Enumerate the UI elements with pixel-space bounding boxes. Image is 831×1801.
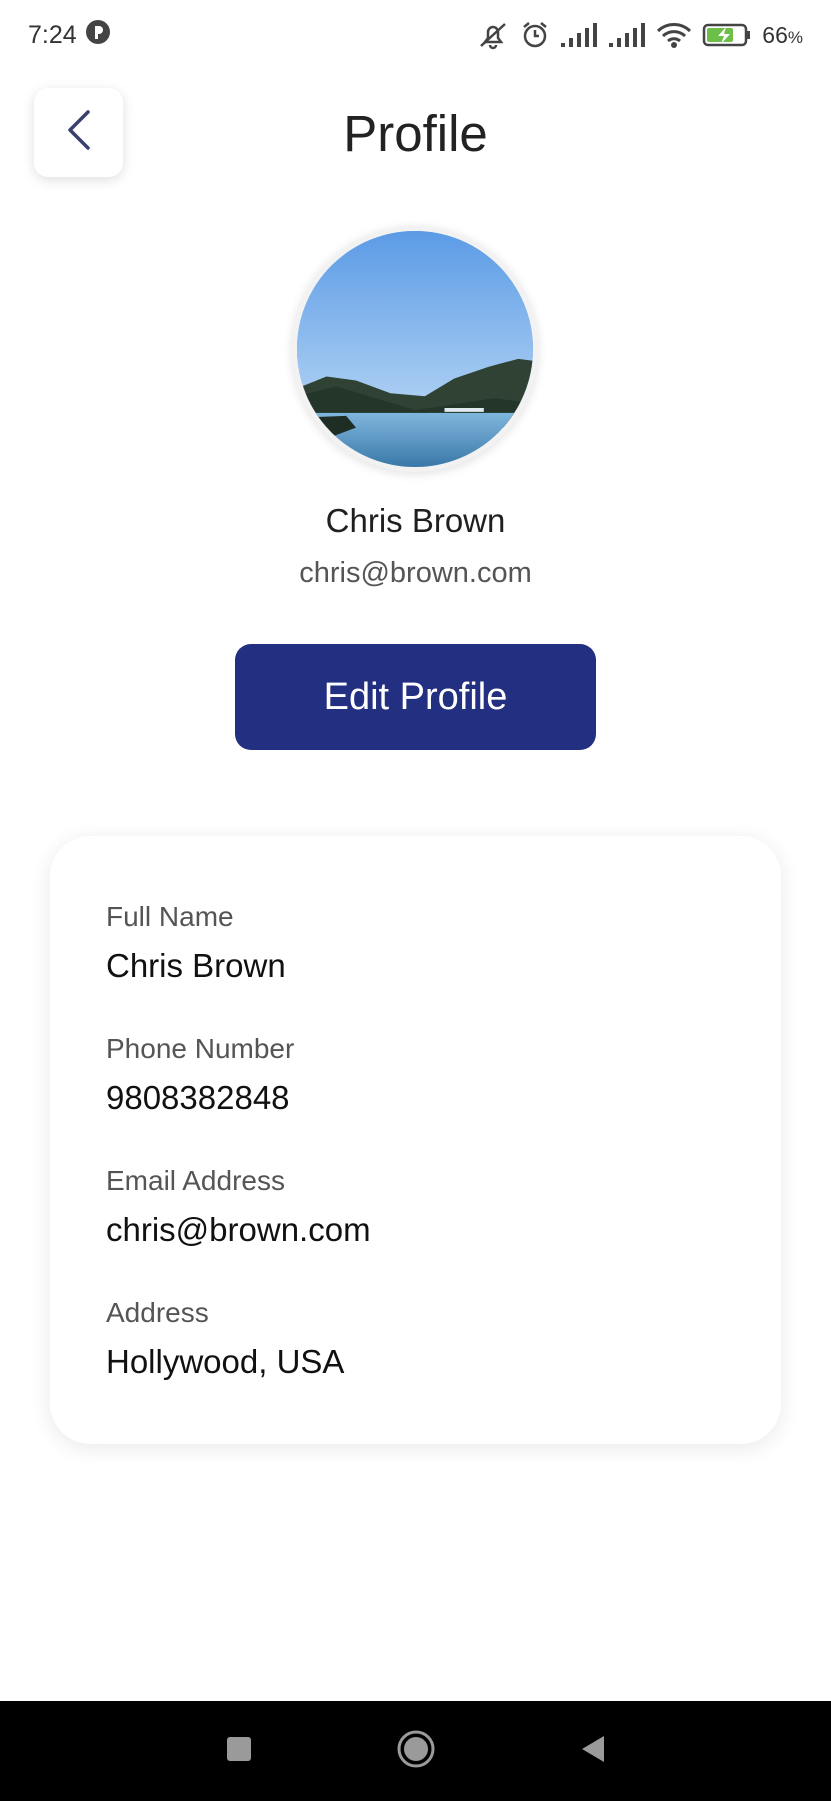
alarm-icon (520, 20, 550, 50)
system-nav-bar (0, 1701, 831, 1801)
profile-name: Chris Brown (325, 502, 506, 539)
field-label: Address (106, 1297, 209, 1328)
avatar (292, 226, 538, 472)
field-value: 9808382848 (106, 1079, 290, 1116)
home-circle-icon (396, 1729, 436, 1774)
profile-details-card: Full Name Chris Brown Phone Number 98083… (50, 836, 781, 1444)
back-triangle-icon (578, 1734, 608, 1769)
app-notification-icon (85, 19, 111, 52)
field-label: Phone Number (106, 1033, 295, 1064)
signal-icon (560, 22, 598, 48)
field-value: Chris Brown (106, 947, 286, 984)
field-label: Email Address (106, 1165, 285, 1196)
status-right: 66% (476, 20, 803, 50)
field-value: chris@brown.com (106, 1211, 371, 1248)
battery-charging-icon (702, 22, 752, 48)
battery-percent: 66% (762, 21, 803, 48)
field-value: Hollywood, USA (106, 1343, 345, 1380)
edit-profile-button[interactable]: Edit Profile (235, 644, 596, 750)
field-label: Full Name (106, 901, 234, 932)
full-name-field: Full Name Chris Brown (106, 898, 726, 988)
profile-screen: 7:24 66% Profile Chris Brown chris@brown… (0, 0, 831, 1801)
signal-icon (608, 22, 646, 48)
profile-email: chris@brown.com (299, 557, 532, 589)
recents-button[interactable] (209, 1721, 269, 1781)
landscape-lake-photo (297, 231, 533, 467)
status-time: 7:24 (28, 20, 77, 49)
page-title: Profile (343, 105, 488, 162)
home-button[interactable] (386, 1721, 446, 1781)
recents-square-icon (225, 1735, 253, 1768)
status-left: 7:24 (28, 19, 111, 52)
status-bar: 7:24 66% (0, 0, 831, 70)
email-address-field: Email Address chris@brown.com (106, 1162, 726, 1252)
wifi-icon (656, 21, 692, 49)
back-nav-button[interactable] (563, 1721, 623, 1781)
address-field: Address Hollywood, USA (106, 1294, 726, 1384)
mute-icon (476, 20, 510, 50)
phone-number-field: Phone Number 9808382848 (106, 1030, 726, 1120)
